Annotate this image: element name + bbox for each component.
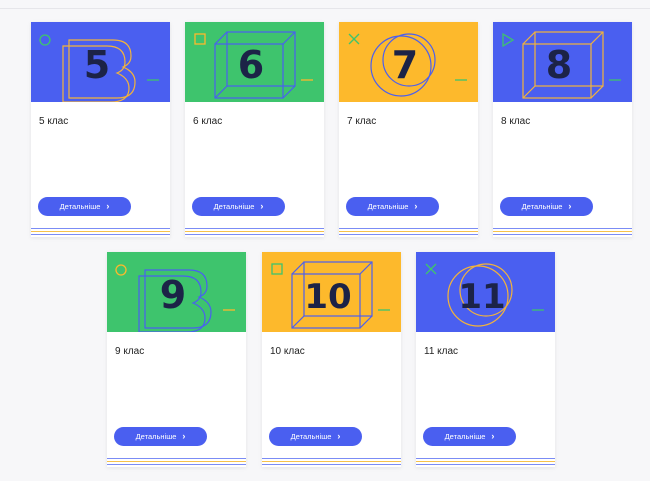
chevron-right-icon: › (568, 201, 572, 211)
grade-card-5[interactable]: 5 5 клас Детальніше › (31, 22, 170, 237)
grade-card-10[interactable]: 10 10 клас Детальніше › (262, 252, 401, 467)
card-stripes (493, 227, 632, 237)
card-banner: 9 (107, 252, 246, 332)
chevron-right-icon: › (260, 201, 264, 211)
grade-number: 5 (84, 43, 110, 87)
card-title: 8 клас (501, 116, 531, 127)
grade-number: 8 (546, 43, 572, 87)
details-button[interactable]: Детальніше › (423, 427, 516, 446)
grade-card-8[interactable]: 8 8 клас Детальніше › (493, 22, 632, 237)
grade-number: 7 (392, 43, 418, 87)
grade-number: 10 (304, 277, 351, 317)
chevron-right-icon: › (491, 431, 495, 441)
grade-number: 11 (458, 277, 505, 317)
details-button-label: Детальніше (213, 202, 255, 211)
details-button-label: Детальніше (290, 432, 332, 441)
card-stripes (416, 457, 555, 467)
card-banner: 7 (339, 22, 478, 102)
card-title: 7 клас (347, 116, 377, 127)
card-title: 6 клас (193, 116, 223, 127)
details-button-label: Детальніше (135, 432, 177, 441)
banner-illustration: 7 (339, 22, 478, 102)
details-button[interactable]: Детальніше › (269, 427, 362, 446)
card-stripes (262, 457, 401, 467)
details-button-label: Детальніше (367, 202, 409, 211)
grade-card-9[interactable]: 9 9 клас Детальніше › (107, 252, 246, 467)
card-stripes (185, 227, 324, 237)
details-button[interactable]: Детальніше › (38, 197, 131, 216)
top-divider (0, 8, 650, 9)
details-button[interactable]: Детальніше › (346, 197, 439, 216)
grade-card-11[interactable]: 11 11 клас Детальніше › (416, 252, 555, 467)
card-banner: 6 (185, 22, 324, 102)
card-title: 11 клас (424, 346, 459, 357)
grade-number: 6 (238, 43, 264, 87)
card-title: 5 клас (39, 116, 69, 127)
chevron-right-icon: › (106, 201, 110, 211)
banner-illustration: 11 (416, 252, 555, 332)
grade-number: 9 (160, 273, 186, 317)
details-button[interactable]: Детальніше › (114, 427, 207, 446)
card-title: 9 клас (115, 346, 145, 357)
card-stripes (107, 457, 246, 467)
chevron-right-icon: › (414, 201, 418, 211)
grade-card-7[interactable]: 7 7 клас Детальніше › (339, 22, 478, 237)
chevron-right-icon: › (337, 431, 341, 441)
banner-illustration: 10 (262, 252, 401, 332)
details-button-label: Детальніше (521, 202, 563, 211)
card-banner: 10 (262, 252, 401, 332)
banner-illustration: 5 (31, 22, 170, 102)
card-banner: 8 (493, 22, 632, 102)
card-banner: 5 (31, 22, 170, 102)
banner-illustration: 9 (107, 252, 246, 332)
details-button[interactable]: Детальніше › (500, 197, 593, 216)
banner-illustration: 8 (493, 22, 632, 102)
card-banner: 11 (416, 252, 555, 332)
grade-card-6[interactable]: 6 6 клас Детальніше › (185, 22, 324, 237)
card-title: 10 клас (270, 346, 305, 357)
chevron-right-icon: › (182, 431, 186, 441)
banner-illustration: 6 (185, 22, 324, 102)
card-stripes (31, 227, 170, 237)
details-button-label: Детальніше (59, 202, 101, 211)
details-button-label: Детальніше (444, 432, 486, 441)
details-button[interactable]: Детальніше › (192, 197, 285, 216)
card-stripes (339, 227, 478, 237)
